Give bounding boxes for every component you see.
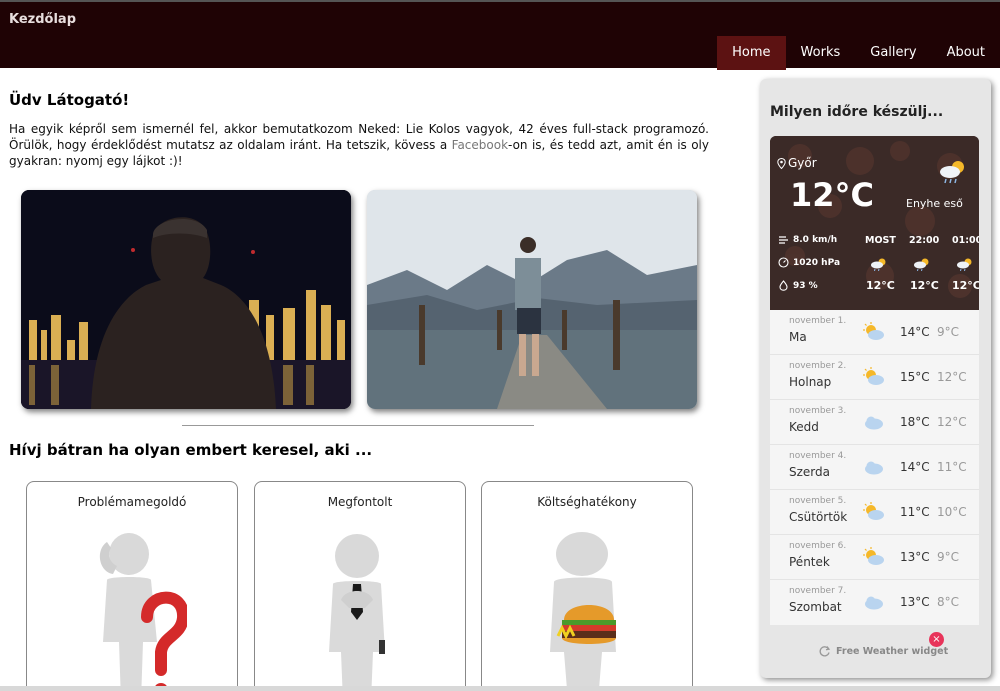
intro-text: Ha egyik képről sem ismernél fel, akkor … [9, 121, 709, 169]
cloud-icon [865, 416, 883, 430]
droplet-icon [779, 280, 788, 291]
sun-cloud-rain-icon [940, 161, 964, 184]
horizontal-scrollbar[interactable] [0, 686, 1000, 691]
hourly-temp: 12°C [910, 279, 939, 292]
figure-businessman-image [329, 534, 385, 691]
forecast-low: 9°C [937, 325, 960, 339]
forecast-high: 11°C [900, 505, 930, 519]
forecast-high: 13°C [900, 550, 930, 564]
weather-title: Milyen időre készülj... [770, 104, 944, 120]
sun-cloud-rain-icon [871, 258, 886, 271]
forecast-day: Kedd [789, 420, 819, 434]
forecast-day: Csütörtök [789, 510, 848, 524]
sun-cloud-icon [863, 367, 884, 385]
forecast-date: november 7. [789, 586, 847, 596]
forecast-low: 12°C [937, 370, 967, 384]
brand-link[interactable]: Kezdőlap [9, 12, 76, 27]
wind-icon [779, 236, 788, 244]
weather-current: Győr 12°C Enyhe eső 8.0 km/h 1020 hPa 93… [770, 136, 979, 310]
section-divider [182, 425, 534, 426]
gauge-icon [778, 257, 789, 268]
figure-thinking-question-image [99, 533, 187, 691]
forecast-row: november 7. Szombat 13°C 8°C [770, 580, 979, 625]
forecast-low: 11°C [937, 460, 967, 474]
weather-widget-link[interactable]: Free Weather widget [818, 645, 948, 658]
trait-card-title: Megfontolt [327, 495, 393, 509]
forecast-day: Holnap [789, 375, 832, 389]
nav-item-about[interactable]: About [932, 36, 1000, 70]
forecast-low: 9°C [937, 550, 960, 564]
nav-item-gallery[interactable]: Gallery [855, 36, 931, 70]
forecast-row: november 1. Ma 14°C 9°C [770, 310, 979, 355]
wind-value: 8.0 km/h [793, 234, 838, 245]
forecast-date: november 2. [789, 361, 847, 371]
humidity-value: 93 % [793, 280, 818, 291]
photo-lake-pier [367, 190, 697, 409]
forecast-row: november 4. Szerda 14°C 11°C [770, 445, 979, 490]
forecast-date: november 1. [789, 316, 847, 326]
weather-temperature: 12°C [790, 176, 875, 214]
trait-card-title: Problémamegoldó [77, 495, 187, 509]
refresh-icon [819, 646, 831, 657]
cloud-icon [865, 596, 883, 610]
forecast-high: 15°C [900, 370, 930, 384]
pressure-stat: 1020 hPa [778, 257, 840, 268]
forecast-day: Péntek [789, 555, 830, 569]
nav-item-works[interactable]: Works [786, 36, 856, 70]
cloud-icon [865, 461, 883, 475]
hourly-temp: 12°C [866, 279, 895, 292]
wind-stat: 8.0 km/h [778, 234, 837, 245]
hourly-label: 01:00 [952, 235, 979, 246]
humidity-stat: 93 % [778, 280, 818, 291]
sun-cloud-icon [863, 322, 884, 340]
figure-burger-image [550, 532, 616, 691]
trait-card-title: Költséghatékony [537, 495, 637, 509]
forecast-high: 14°C [900, 325, 930, 339]
photo-night-city [21, 190, 351, 409]
forecast-row: november 3. Kedd 18°C 12°C [770, 400, 979, 445]
forecast-low: 8°C [937, 595, 960, 609]
welcome-title: Üdv Látogató! [9, 91, 130, 109]
call-title: Hívj bátran ha olyan embert keresel, aki… [9, 441, 373, 459]
facebook-link[interactable]: Facebook [452, 138, 508, 152]
sun-cloud-rain-icon [957, 258, 972, 271]
forecast-high: 13°C [900, 595, 930, 609]
forecast-date: november 6. [789, 541, 847, 551]
forecast-low: 12°C [937, 415, 967, 429]
hourly-label: 22:00 [909, 235, 940, 246]
weather-condition: Enyhe eső [906, 197, 963, 210]
main-nav: Home Works Gallery About [717, 36, 1000, 70]
sun-cloud-rain-icon [914, 258, 929, 271]
weather-widget: Milyen időre készülj... Győr 12°C Enyhe … [760, 79, 991, 678]
hourly-label: MOST [865, 235, 896, 246]
forecast-day: Ma [789, 330, 807, 344]
forecast-day: Szerda [789, 465, 830, 479]
trait-card-thoughtful: Megfontolt [254, 481, 466, 691]
trait-card-problem-solver: Problémamegoldó [26, 481, 238, 691]
top-navbar: Kezdőlap Home Works Gallery About [0, 0, 1000, 70]
forecast-high: 18°C [900, 415, 930, 429]
sun-cloud-icon [863, 547, 884, 565]
trait-card-cost-effective: Költséghatékony [481, 481, 693, 691]
pressure-value: 1020 hPa [793, 257, 841, 268]
location-pin-icon [777, 158, 786, 169]
weather-footer-label: Free Weather widget [836, 646, 949, 657]
forecast-date: november 5. [789, 496, 847, 506]
forecast-high: 14°C [900, 460, 930, 474]
forecast-low: 10°C [937, 505, 967, 519]
forecast-date: november 3. [789, 406, 847, 416]
main-content: Üdv Látogató! Ha egyik képről sem ismern… [0, 68, 750, 691]
forecast-row: november 2. Holnap 15°C 12°C [770, 355, 979, 400]
forecast-date: november 4. [789, 451, 847, 461]
forecast-list: november 1. Ma 14°C 9°C november 2. Holn… [770, 310, 979, 625]
nav-item-home[interactable]: Home [717, 36, 786, 70]
forecast-row: november 5. Csütörtök 11°C 10°C [770, 490, 979, 535]
weather-location: Győr [788, 156, 817, 170]
hourly-temp: 12°C [952, 279, 979, 292]
forecast-row: november 6. Péntek 13°C 9°C [770, 535, 979, 580]
sun-cloud-icon [863, 502, 884, 520]
forecast-day: Szombat [789, 600, 842, 614]
